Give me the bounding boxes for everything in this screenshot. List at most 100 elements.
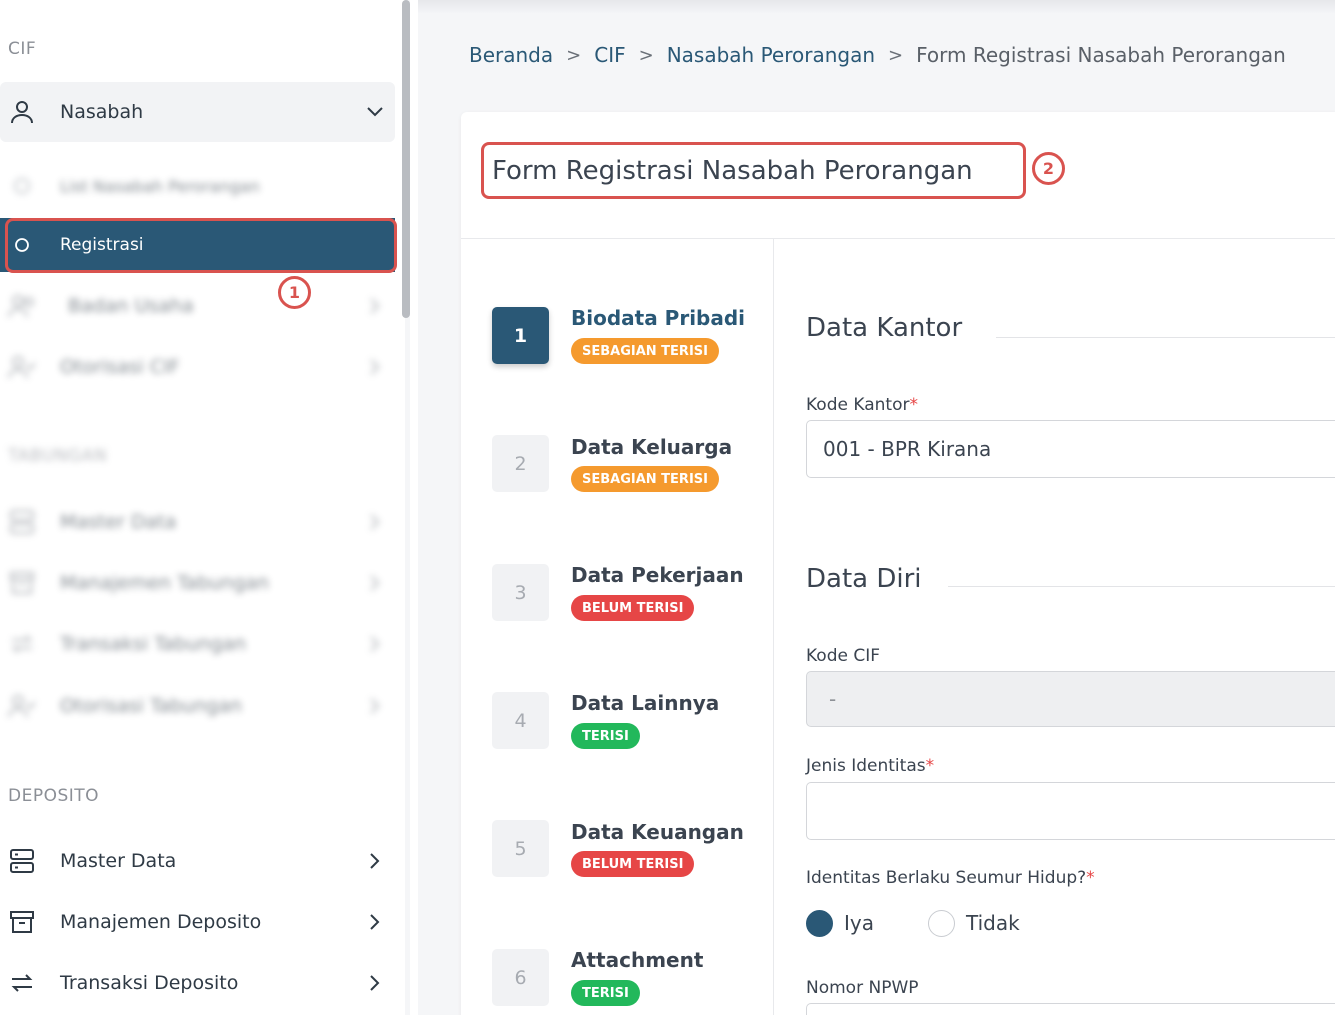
highlight-box-title — [481, 142, 1026, 199]
sidebar-item-transaksi-tabungan[interactable]: Transaksi Tabungan — [0, 614, 395, 674]
breadcrumb-current: Form Registrasi Nasabah Perorangan — [916, 43, 1286, 67]
step-title-keluarga[interactable]: Data Keluarga — [571, 435, 732, 459]
section-line — [948, 586, 1335, 587]
step-marker-2: 2 — [1032, 152, 1065, 185]
highlight-box-registrasi — [5, 218, 397, 273]
circle-icon — [6, 170, 38, 202]
sidebar-item-label: Transaksi Tabungan — [60, 633, 247, 655]
sidebar-item-otorisasi-cif[interactable]: Otorisasi CIF — [0, 337, 395, 397]
status-badge: SEBAGIAN TERISI — [571, 466, 719, 492]
sidebar-item-label: Transaksi Deposito — [60, 972, 239, 994]
user-icon — [6, 96, 38, 128]
sidebar-item-label: Badan Usaha — [68, 295, 194, 317]
archive-icon — [6, 567, 38, 599]
sidebar-item-label: Master Data — [60, 511, 177, 533]
step-number-3[interactable]: 3 — [492, 564, 549, 621]
breadcrumb-nasabah-perorangan[interactable]: Nasabah Perorangan — [667, 43, 875, 67]
sidebar-item-deposito-master[interactable]: Master Data — [0, 831, 395, 891]
user-check-icon — [6, 351, 38, 383]
chevron-right-icon — [366, 852, 384, 870]
sidebar: CIF Nasabah List Nasabah Perorangan Regi… — [0, 0, 405, 1015]
breadcrumb-cif[interactable]: CIF — [594, 43, 625, 67]
sidebar-item-manajemen-tabungan[interactable]: Manajemen Tabungan — [0, 553, 395, 613]
repeat-icon — [6, 628, 38, 660]
label-seumur-hidup: Identitas Berlaku Seumur Hidup?* — [806, 868, 1095, 888]
sidebar-item-label: Otorisasi Tabungan — [60, 695, 242, 717]
step-number-1[interactable]: 1 — [492, 307, 549, 364]
radio-label-tidak[interactable]: Tidak — [966, 911, 1020, 935]
sidebar-item-label: Manajemen Tabungan — [60, 572, 269, 594]
jenis-identitas-select[interactable] — [806, 782, 1335, 840]
radio-label-iya[interactable]: Iya — [844, 911, 874, 935]
chevron-right-icon — [366, 574, 384, 592]
breadcrumb-separator: > — [638, 44, 654, 66]
repeat-icon — [6, 967, 38, 999]
section-title-deposito: DEPOSITO — [8, 786, 100, 806]
section-title-cif: CIF — [8, 39, 37, 59]
status-badge: BELUM TERISI — [571, 851, 695, 877]
server-icon — [6, 506, 38, 538]
required-mark: * — [925, 756, 935, 776]
section-line — [996, 337, 1335, 338]
section-heading-data-kantor: Data Kantor — [806, 313, 963, 343]
sidebar-item-otorisasi-tabungan[interactable]: Otorisasi Tabungan — [0, 676, 395, 736]
step-title-lainnya[interactable]: Data Lainnya — [571, 691, 719, 715]
breadcrumb-beranda[interactable]: Beranda — [469, 43, 553, 67]
label-nomor-npwp: Nomor NPWP — [806, 978, 919, 998]
required-mark: * — [909, 395, 918, 415]
sidebar-item-transaksi-deposito[interactable]: Transaksi Deposito — [0, 953, 395, 1013]
label-kode-cif: Kode CIF — [806, 646, 881, 666]
sidebar-item-label: Master Data — [60, 850, 177, 872]
step-number-5[interactable]: 5 — [492, 820, 549, 877]
status-badge: BELUM TERISI — [571, 595, 695, 621]
section-heading-data-diri: Data Diri — [806, 564, 922, 594]
sidebar-gutter — [410, 0, 418, 1015]
sidebar-item-list-nasabah[interactable]: List Nasabah Perorangan — [0, 156, 395, 216]
stepper-divider — [773, 239, 774, 1015]
user-check-icon — [6, 690, 38, 722]
radio-iya[interactable] — [806, 910, 833, 937]
chevron-right-icon — [366, 358, 384, 376]
sidebar-item-label: Nasabah — [60, 101, 144, 123]
status-badge: SEBAGIAN TERISI — [571, 338, 719, 364]
breadcrumb: Beranda > CIF > Nasabah Perorangan > For… — [469, 43, 1286, 67]
step-number-4[interactable]: 4 — [492, 692, 549, 749]
step-title-attachment[interactable]: Attachment — [571, 948, 703, 972]
step-title-biodata[interactable]: Biodata Pribadi — [571, 306, 745, 330]
sidebar-item-label: Otorisasi CIF — [60, 356, 180, 378]
server-icon — [6, 845, 38, 877]
step-number-6[interactable]: 6 — [492, 949, 549, 1006]
label-kode-kantor: Kode Kantor* — [806, 395, 918, 415]
chevron-right-icon — [366, 974, 384, 992]
chevron-right-icon — [366, 513, 384, 531]
sidebar-item-label: List Nasabah Perorangan — [60, 176, 260, 196]
label-jenis-identitas: Jenis Identitas* — [806, 756, 935, 776]
section-title-tabungan: TABUNGAN — [8, 446, 108, 466]
sidebar-scrollbar[interactable] — [402, 0, 410, 318]
kode-kantor-field[interactable]: 001 - BPR Kirana — [806, 420, 1335, 478]
breadcrumb-separator: > — [888, 44, 904, 66]
sidebar-item-badan-usaha[interactable]: Badan Usaha — [0, 276, 395, 336]
chevron-right-icon — [366, 635, 384, 653]
status-badge: TERISI — [571, 980, 640, 1006]
step-title-pekerjaan[interactable]: Data Pekerjaan — [571, 563, 744, 587]
chevron-right-icon — [366, 297, 384, 315]
kode-kantor-value: 001 - BPR Kirana — [823, 437, 992, 461]
kode-cif-field: - — [806, 671, 1335, 727]
step-title-keuangan[interactable]: Data Keuangan — [571, 820, 744, 844]
sidebar-item-tabungan-master[interactable]: Master Data — [0, 492, 395, 552]
sidebar-item-label: Manajemen Deposito — [60, 911, 262, 933]
archive-icon — [6, 906, 38, 938]
step-number-2[interactable]: 2 — [492, 435, 549, 492]
chevron-down-icon — [366, 103, 384, 121]
sidebar-item-nasabah[interactable]: Nasabah — [0, 82, 395, 142]
users-icon — [6, 290, 38, 322]
kode-cif-value: - — [829, 687, 837, 711]
breadcrumb-separator: > — [566, 44, 582, 66]
npwp-field[interactable] — [806, 1003, 1335, 1015]
radio-tidak[interactable] — [928, 910, 955, 937]
chevron-right-icon — [366, 697, 384, 715]
card-divider — [461, 238, 1335, 239]
sidebar-item-manajemen-deposito[interactable]: Manajemen Deposito — [0, 892, 395, 952]
required-mark: * — [1086, 868, 1095, 888]
